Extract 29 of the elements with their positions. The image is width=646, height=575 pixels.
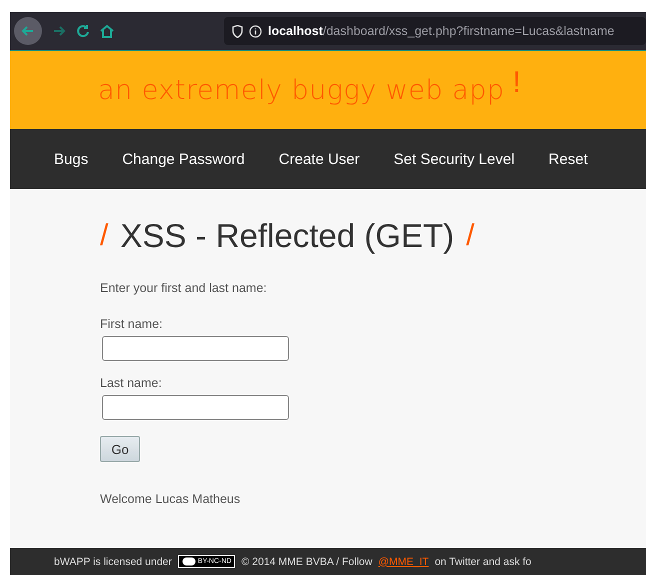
nav-link[interactable]: Bugs bbox=[54, 150, 88, 168]
go-button[interactable]: Go bbox=[100, 436, 140, 462]
instruction-text: Enter your first and last name: bbox=[100, 281, 267, 295]
field-label: Last name: bbox=[100, 376, 162, 390]
reload-icon[interactable] bbox=[76, 24, 90, 38]
footer-text: bWAPP is licensed under bbox=[54, 556, 172, 568]
title-slash: / bbox=[100, 219, 108, 253]
title-slash: / bbox=[466, 219, 474, 253]
url-text: localhost/dashboard/xss_get.php?firstname=Lucas&lastname bbox=[268, 24, 614, 38]
address-bar[interactable]: localhost/dashboard/xss_get.php?firstname=Lucas&lastname bbox=[224, 17, 646, 45]
input-field[interactable] bbox=[102, 395, 289, 420]
home-icon[interactable] bbox=[100, 24, 114, 38]
field-label: First name: bbox=[100, 317, 163, 331]
footer-text: on Twitter and ask fo bbox=[434, 556, 532, 568]
nav-link[interactable]: Change Password bbox=[122, 150, 245, 168]
footer-text: © 2014 MME BVBA / Follow bbox=[241, 556, 372, 568]
page-title: XSS - Reflected (GET) bbox=[120, 217, 454, 255]
nav-link[interactable]: Set Security Level bbox=[394, 150, 515, 168]
twitter-link[interactable]: @MME_IT bbox=[378, 556, 429, 568]
back-button[interactable] bbox=[14, 17, 42, 45]
back-arrow-icon bbox=[21, 24, 35, 38]
nav-link[interactable]: Reset bbox=[548, 150, 588, 168]
exclamation-mark: ! bbox=[512, 66, 521, 100]
welcome-message: Welcome Lucas Matheus bbox=[100, 492, 240, 506]
input-field[interactable] bbox=[102, 336, 289, 361]
info-icon bbox=[249, 24, 262, 38]
shield-icon bbox=[232, 24, 243, 38]
tagline: an extremely buggy web app bbox=[98, 74, 504, 106]
nav-link[interactable]: Create User bbox=[278, 150, 360, 168]
